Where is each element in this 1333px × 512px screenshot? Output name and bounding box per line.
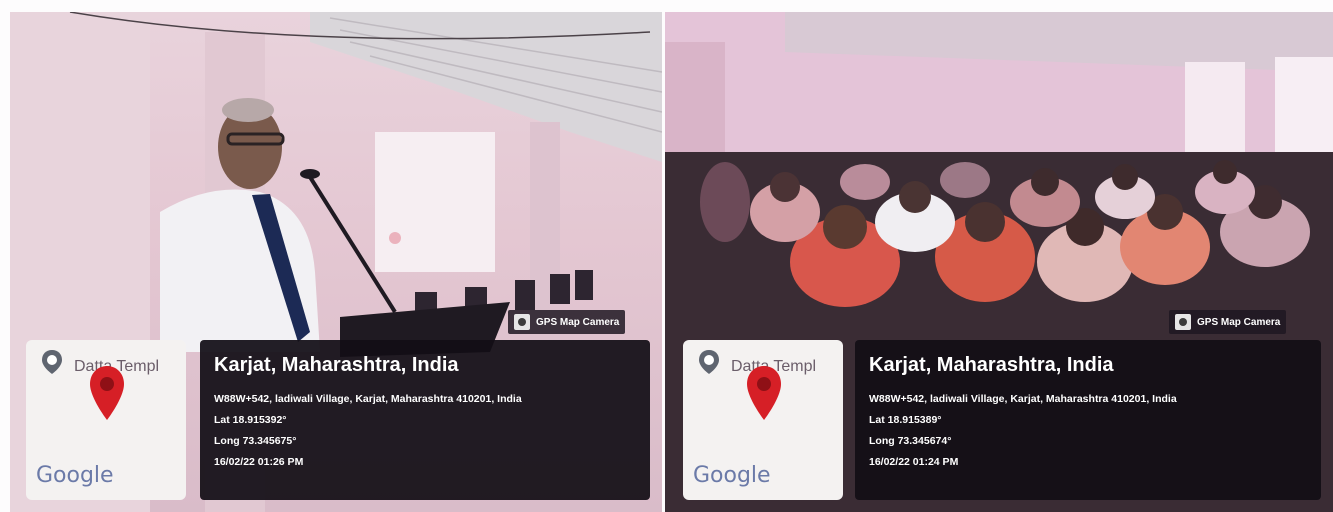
camera-icon [514, 314, 530, 330]
map-thumbnail: Datta Templ Google [26, 340, 186, 500]
gps-label: GPS Map Camera [1197, 316, 1281, 328]
location-icon [42, 350, 62, 374]
location-title: Karjat, Maharashtra, India [214, 354, 459, 376]
photo-audience: GPS Map Camera Datta Templ Google Karjat… [665, 12, 1333, 512]
latitude-text: Lat 18.915389° [869, 414, 942, 426]
gps-camera-badge: GPS Map Camera [508, 310, 626, 334]
latitude-text: Lat 18.915392° [214, 414, 287, 426]
google-logo: Google [36, 463, 114, 488]
gps-camera-badge: GPS Map Camera [1169, 310, 1287, 334]
location-title: Karjat, Maharashtra, India [869, 354, 1114, 376]
location-icon [699, 350, 719, 374]
longitude-text: Long 73.345674° [869, 435, 952, 447]
datetime-text: 16/02/22 01:26 PM [214, 456, 304, 468]
location-info-panel: Karjat, Maharashtra, India W88W+542, lad… [855, 340, 1321, 500]
datetime-text: 16/02/22 01:24 PM [869, 456, 959, 468]
map-pin-icon [90, 366, 124, 420]
map-thumbnail: Datta Templ Google [683, 340, 843, 500]
camera-icon [1175, 314, 1191, 330]
photo-speaker: GPS Map Camera Datta Templ Google Karjat… [10, 12, 662, 512]
gps-label: GPS Map Camera [536, 316, 620, 328]
google-logo: Google [693, 463, 771, 488]
map-pin-icon [747, 366, 781, 420]
location-info-panel: Karjat, Maharashtra, India W88W+542, lad… [200, 340, 650, 500]
address-text: W88W+542, ladiwali Village, Karjat, Maha… [214, 393, 522, 405]
address-text: W88W+542, ladiwali Village, Karjat, Maha… [869, 393, 1177, 405]
longitude-text: Long 73.345675° [214, 435, 297, 447]
